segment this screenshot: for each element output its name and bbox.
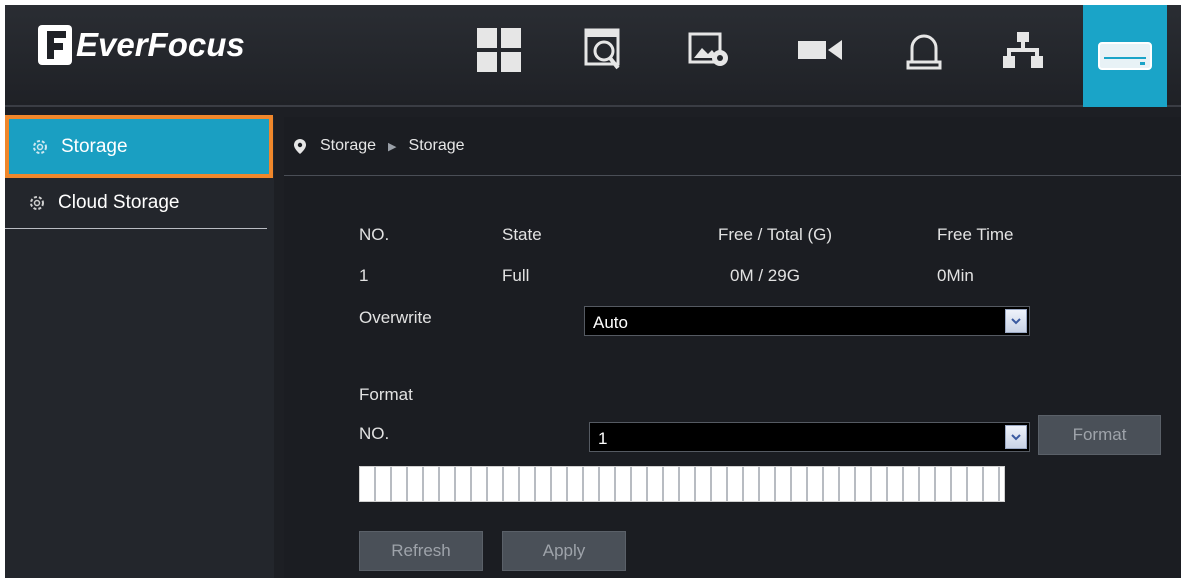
chevron-down-icon[interactable] (1005, 425, 1027, 449)
disk-state-cell: Full (502, 266, 530, 285)
breadcrumb-item[interactable]: Storage (320, 137, 376, 155)
top-bar: EverFocus (5, 5, 1181, 107)
format-no-label: NO. (359, 424, 390, 443)
format-progress-bar (359, 466, 1005, 502)
header-free-time: Free Time (937, 225, 1014, 244)
sidebar-item-label: Storage (61, 135, 128, 157)
header-no: NO. (359, 225, 390, 244)
sidebar-divider (5, 228, 267, 229)
gear-icon (30, 196, 44, 210)
overwrite-label: Overwrite (359, 308, 432, 327)
breadcrumb-item: Storage (408, 137, 465, 154)
chevron-down-icon[interactable] (1005, 309, 1027, 333)
grid-layout-icon[interactable] (471, 27, 527, 73)
app-window: EverFocus Storage Cloud Storage Storage … (5, 5, 1181, 578)
image-settings-icon[interactable] (682, 27, 738, 73)
sidebar-item-cloud-storage[interactable]: Cloud Storage (5, 179, 267, 227)
brand-name: EverFocus (76, 26, 245, 63)
sidebar-item-storage[interactable]: Storage (5, 115, 273, 178)
main-panel: Storage ▶ Storage NO. State Free / Total… (284, 117, 1181, 578)
breadcrumb-divider (284, 175, 1181, 176)
playback-search-icon[interactable] (576, 27, 632, 73)
brand-logo: EverFocus (38, 23, 245, 67)
header-state: State (502, 225, 542, 244)
apply-button[interactable]: Apply (502, 531, 626, 571)
sidebar-item-label: Cloud Storage (58, 192, 180, 213)
location-pin-icon (294, 138, 306, 154)
disk-free-time-cell: 0Min (937, 266, 974, 285)
chevron-right-icon: ▶ (388, 140, 397, 153)
disk-no-cell: 1 (359, 266, 369, 285)
alarm-icon[interactable] (896, 27, 952, 73)
format-section-label: Format (359, 385, 413, 404)
header-free-total: Free / Total (G) (718, 225, 832, 244)
overwrite-value: Auto (593, 313, 628, 332)
refresh-button[interactable]: Refresh (359, 531, 483, 571)
network-icon[interactable] (995, 27, 1051, 73)
format-disk-value: 1 (598, 429, 608, 448)
camera-icon[interactable] (792, 27, 848, 73)
sidebar: Storage Cloud Storage (5, 115, 274, 578)
breadcrumb: Storage ▶ Storage (294, 137, 465, 155)
overwrite-select[interactable]: Auto (584, 306, 1030, 336)
everfocus-logo-icon (38, 25, 72, 65)
hard-drive-icon[interactable] (1083, 5, 1167, 107)
gear-icon (33, 139, 47, 154)
disk-capacity-cell: 0M / 29G (730, 266, 800, 285)
format-disk-select[interactable]: 1 (589, 422, 1030, 452)
format-button[interactable]: Format (1038, 415, 1161, 455)
